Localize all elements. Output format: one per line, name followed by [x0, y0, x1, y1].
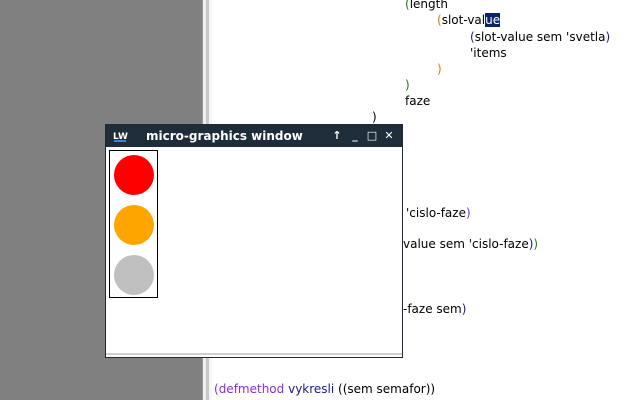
code-line: ) — [405, 78, 410, 92]
code-line: faze — [405, 94, 431, 108]
minimize-icon[interactable]: _ — [348, 128, 362, 144]
close-icon[interactable]: ✕ — [382, 128, 396, 144]
orange-light — [114, 205, 154, 245]
window-titlebar[interactable]: LW micro-graphics window ↑ _ □ ✕ — [106, 125, 402, 147]
code-line: 'cislo-faze) — [406, 206, 471, 220]
code-line: value sem 'cislo-faze)) — [403, 237, 539, 251]
code-line: ) — [372, 110, 377, 124]
traffic-light-frame — [109, 150, 158, 298]
code-line: (slot-value — [437, 13, 501, 27]
text-selection: ue — [485, 13, 501, 27]
code-line: 'items — [470, 46, 507, 60]
micro-graphics-window[interactable]: LW micro-graphics window ↑ _ □ ✕ — [105, 124, 403, 358]
red-light — [114, 155, 154, 195]
up-arrow-icon[interactable]: ↑ — [330, 128, 344, 144]
window-title: micro-graphics window — [146, 129, 303, 143]
lispworks-logo-icon: LW — [112, 128, 128, 144]
code-line: ) — [437, 62, 442, 76]
code-line: (defmethod vykresli ((sem semafor)) — [214, 382, 436, 396]
code-line: (slot-value sem 'svetla) — [470, 30, 611, 44]
code-line: (length — [405, 0, 448, 11]
window-bottom-edge — [106, 353, 402, 355]
graphics-canvas[interactable] — [106, 147, 402, 357]
gray-light — [114, 255, 154, 295]
code-line: -faze sem) — [403, 302, 467, 316]
maximize-icon[interactable]: □ — [365, 128, 379, 144]
